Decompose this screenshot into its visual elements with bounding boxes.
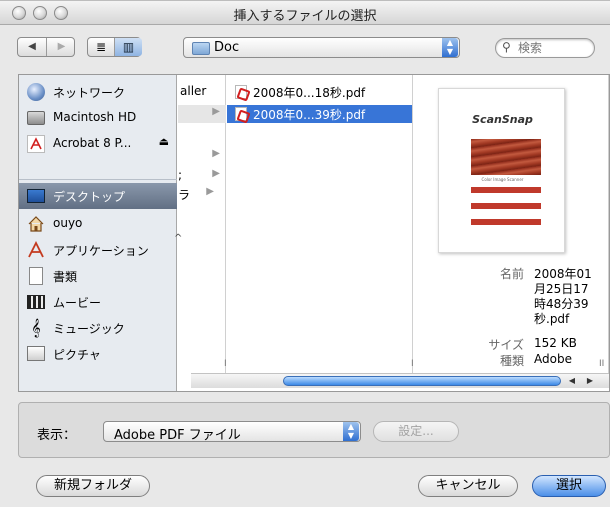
size-label: サイズ [488,338,524,352]
file-browser: ネットワーク Macintosh HD Acrobat 8 P... ⏏ デスク… [18,74,610,392]
settings-button[interactable]: 設定... [373,421,459,442]
sidebar-divider [19,179,177,180]
forward-button[interactable]: ▶ [47,38,76,56]
movies-icon [27,295,45,309]
sidebar-item-label: Acrobat 8 P... [53,136,132,150]
applications-icon [27,240,45,259]
path-label: Doc [214,40,240,55]
pdf-file-icon [235,107,247,121]
sidebar-item-label: ミュージック [53,322,125,336]
search-field[interactable]: ⚲ [495,38,595,58]
path-popup[interactable]: Doc ▲ ▼ [183,37,460,58]
search-icon: ⚲ [502,40,511,54]
file-format-popup[interactable]: Adobe PDF ファイル ▲ ▼ [103,421,361,443]
disclosure-arrow-icon: ▶ [212,168,220,179]
name-label: 名前 [499,267,524,281]
browser-column-1: aller ▶ ▶ ; ▶ ラ ▶ ^ II [174,75,229,375]
column-resize-handle[interactable]: ^ [174,233,182,244]
back-button[interactable]: ◀ [18,38,47,56]
size-value: 152 KB [534,336,577,350]
sidebar-item-label: ネットワーク [53,86,126,100]
network-icon [27,83,45,101]
preview-bar [471,187,541,193]
sidebar-item-applications[interactable]: アプリケーション [19,237,177,263]
sidebar-item-label: 書類 [53,270,78,284]
file-format-value: Adobe PDF ファイル [114,428,241,443]
preview-bar [471,203,541,209]
column-view-icon[interactable]: ▥ [115,38,142,56]
kind-label: 種類 [499,354,524,368]
options-panel: 表示： Adobe PDF ファイル ▲ ▼ 設定... [18,402,610,458]
list-view-icon[interactable]: ≣ [88,38,115,56]
kind-value: Adobe [534,352,572,366]
documents-icon [29,267,43,285]
disclosure-arrow-icon: ▶ [206,186,214,197]
folder-icon [192,42,210,55]
title-bar: 挿入するファイルの選択 [0,1,610,25]
preview-caption: Color Image Scanner [481,177,524,182]
home-icon [27,215,45,233]
sidebar-item-movies[interactable]: ムービー [19,289,177,315]
scroll-left-icon[interactable]: ◀ [563,374,581,388]
eject-icon[interactable]: ⏏ [159,135,169,148]
preview-bar [471,219,541,225]
preview-logo: ScanSnap [472,113,533,126]
sidebar-item-desktop[interactable]: デスクトップ [19,183,177,209]
horizontal-scrollbar[interactable]: ◀ ▶ [191,373,609,388]
list-item-selected[interactable]: 2008年0...39秒.pdf [227,105,412,123]
scrollbar-thumb[interactable] [283,376,561,386]
cancel-button[interactable]: キャンセル [418,475,518,497]
sidebar-item-macintosh-hd[interactable]: Macintosh HD [19,105,177,131]
sidebar-item-home[interactable]: ouyo [19,211,177,237]
list-item[interactable]: ▶ [178,147,226,165]
sidebar-item-acrobat[interactable]: Acrobat 8 P... ⏏ [19,131,177,157]
preview-image [471,139,541,175]
pictures-icon [27,346,45,361]
list-item[interactable]: ▶ [178,105,226,123]
browser-column-2: 2008年0...18秒.pdf 2008年0...39秒.pdf II [227,75,416,375]
file-dialog: 挿入するファイルの選択 ◀ ▶ ≣ ▥ Doc ▲▼ ⚲ ネットワーク Maci… [0,0,610,507]
search-input[interactable] [516,40,590,56]
sidebar-item-label: ouyo [53,216,83,230]
column-resize-icon[interactable]: II [599,359,604,369]
hard-disk-icon [27,111,45,125]
popup-stepper-icon: ▲ ▼ [343,422,359,441]
list-item[interactable]: ラ ▶ [178,185,226,203]
sidebar-item-label: ピクチャ [53,348,101,362]
disclosure-arrow-icon: ▶ [212,106,220,117]
new-folder-button[interactable]: 新規フォルダ [36,475,150,497]
desktop-icon [27,189,45,203]
choose-button[interactable]: 選択 [532,475,606,497]
show-label: 表示： [37,428,77,443]
list-item[interactable]: aller [178,83,226,101]
sidebar-item-label: ムービー [53,296,102,310]
sidebar-item-label: デスクトップ [53,190,126,204]
sidebar-item-label: Macintosh HD [53,110,137,124]
window-title: 挿入するファイルの選択 [233,9,377,24]
popup-stepper-icon: ▲ ▼ [442,38,458,57]
file-info: 名前 2008年01 月25日17 時48分39 秒.pdf サイズ 152 K… [414,265,609,368]
sidebar-item-network[interactable]: ネットワーク [19,79,177,105]
file-preview-thumbnail: ScanSnap Color Image Scanner [438,88,565,253]
sidebar-item-pictures[interactable]: ピクチャ [19,341,177,367]
list-item[interactable]: ; ▶ [178,167,226,185]
file-name: 2008年0...39秒.pdf [253,108,366,122]
acrobat-disk-icon [27,135,45,153]
back-forward-control: ◀ ▶ [17,37,75,57]
sidebar-item-label: アプリケーション [53,244,149,258]
list-item[interactable]: 2008年0...18秒.pdf [227,83,412,101]
sidebar-item-music[interactable]: 𝄞 ミュージック [19,315,177,341]
sidebar: ネットワーク Macintosh HD Acrobat 8 P... ⏏ デスク… [19,75,177,391]
file-name: 2008年0...18秒.pdf [253,86,366,100]
sidebar-item-documents[interactable]: 書類 [19,263,177,289]
view-mode-control: ≣ ▥ [87,37,142,57]
pdf-file-icon [235,85,247,99]
scroll-right-icon[interactable]: ▶ [581,374,599,388]
name-line: 秒.pdf [534,312,570,326]
disclosure-arrow-icon: ▶ [212,148,220,159]
music-icon: 𝄞 [31,318,41,337]
